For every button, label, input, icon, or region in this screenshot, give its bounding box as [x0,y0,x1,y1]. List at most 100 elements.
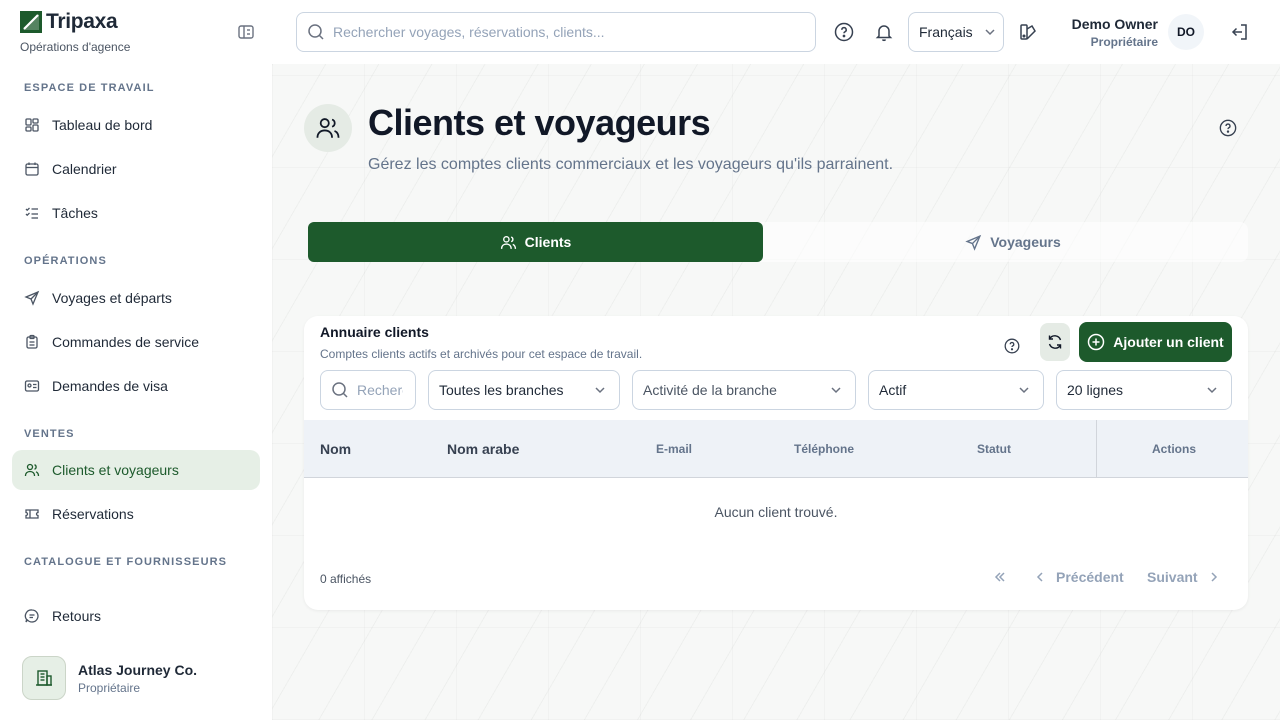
tab-clients-label: Clients [524,234,572,250]
chevron-down-icon [1019,387,1029,394]
chevron-down-icon [595,387,605,394]
sidebar-item-label: Tâches [52,205,98,221]
sidebar-item-label: Commandes de service [52,334,200,350]
dashboard-icon [25,118,39,132]
empty-state-text: Aucun client trouvé. [714,504,838,520]
sidebar-item-returns[interactable]: Retours [12,596,260,636]
branch-activity-select[interactable]: Activité de la branche [632,370,856,410]
client-search-placeholder: Rechercher [357,382,403,398]
building-icon [22,656,66,700]
branch-select-value: Toutes les branches [439,382,564,398]
user-info[interactable]: Demo Owner Propriétaire [1052,16,1158,49]
sidebar-item-tasks[interactable]: Tâches [12,193,260,233]
language-value: Français [919,24,973,40]
status-select[interactable]: Actif [868,370,1044,410]
next-page-label: Suivant [1147,569,1198,585]
topbar: Rechercher voyages, réservations, client… [272,0,1280,64]
chevron-down-icon [985,29,995,36]
add-client-button[interactable]: Ajouter un client [1079,322,1232,362]
card-help-icon[interactable] [1000,334,1024,358]
section-title-workspace: ESPACE DE TRAVAIL [24,82,155,94]
global-search-input[interactable]: Rechercher voyages, réservations, client… [296,12,816,52]
sidebar-item-dashboard[interactable]: Tableau de bord [12,105,260,145]
column-header-phone: Téléphone [794,442,855,456]
refresh-button[interactable] [1040,323,1070,361]
status-select-value: Actif [879,382,907,398]
theme-palette-icon[interactable] [1016,20,1040,44]
tab-clients[interactable]: Clients [308,222,763,262]
search-icon [308,24,324,40]
ticket-icon [25,509,39,519]
page-subtitle: Gérez les comptes clients commerciaux et… [368,156,894,173]
brand-name: Tripaxa [46,10,118,33]
chevron-right-icon [1211,572,1217,582]
sidebar-item-visa-requests[interactable]: Demandes de visa [12,366,260,406]
global-search-placeholder: Rechercher voyages, réservations, client… [333,24,605,40]
main-content: Clients et voyageurs Gérez les comptes c… [272,64,1280,720]
send-icon [965,234,982,251]
refresh-icon [1048,335,1062,349]
collapse-sidebar-icon[interactable] [236,23,256,41]
search-icon [332,382,348,398]
chevrons-left-icon [994,572,1005,582]
tabs: Clients Voyageurs [308,222,1248,262]
tab-travelers[interactable]: Voyageurs [778,222,1248,262]
sidebar-item-label: Réservations [52,506,134,522]
table-header: Nom Nom arabe E-mail Téléphone Statut Ac… [304,420,1248,478]
users-icon [24,463,40,477]
sidebar-item-clients[interactable]: Clients et voyageurs [12,450,260,490]
plus-circle-icon [1088,333,1105,351]
page-help-icon[interactable] [1216,116,1240,140]
card-title: Annuaire clients [320,324,429,340]
card-subtitle: Comptes clients actifs et archivés pour … [320,347,643,361]
calendar-icon [25,162,39,176]
chevron-down-icon [831,387,841,394]
column-header-actions: Actions [1152,442,1197,456]
sidebar-item-calendar[interactable]: Calendrier [12,149,260,189]
language-select[interactable]: Français [908,12,1004,52]
section-title-sales: VENTES [24,428,75,440]
sidebar-item-label: Tableau de bord [52,117,153,133]
organization-card[interactable]: Atlas Journey Co. Propriétaire [12,648,260,708]
branch-select[interactable]: Toutes les branches [428,370,620,410]
message-icon [24,609,39,623]
column-divider [1096,420,1097,478]
previous-page-label: Précédent [1056,569,1124,585]
sidebar-item-reservations[interactable]: Réservations [12,494,260,534]
help-icon[interactable] [832,20,856,44]
column-header-arabic-name[interactable]: Nom arabe [447,420,519,478]
client-directory-card: Annuaire clients Comptes clients actifs … [304,316,1248,610]
previous-page-button[interactable]: Précédent [1032,565,1124,589]
bell-icon[interactable] [872,20,896,44]
users-icon [304,104,352,152]
column-header-name[interactable]: Nom [320,420,351,478]
sidebar-item-label: Demandes de visa [52,378,168,394]
add-client-label: Ajouter un client [1113,334,1224,350]
chevron-down-icon [1207,387,1217,394]
sidebar-item-label: Voyages et départs [52,290,172,306]
next-page-button[interactable]: Suivant [1147,565,1222,589]
sidebar-item-label: Calendrier [52,161,117,177]
sidebar-item-label: Retours [52,608,102,624]
brand-logo-icon [20,11,42,33]
rows-per-page-value: 20 lignes [1067,382,1124,398]
brand-subtitle: Opérations d'agence [20,40,131,54]
clipboard-icon [26,334,38,349]
rows-per-page-select[interactable]: 20 lignes [1056,370,1232,410]
organization-name: Atlas Journey Co. [78,661,198,678]
user-name: Demo Owner [1071,16,1158,32]
sidebar-item-service-orders[interactable]: Commandes de service [12,322,260,362]
section-title-operations: OPÉRATIONS [24,255,107,267]
sidebar-item-trips[interactable]: Voyages et départs [12,278,260,318]
client-search-input[interactable]: Rechercher [320,370,416,410]
tab-travelers-label: Voyageurs [990,234,1061,250]
branch-activity-value: Activité de la branche [643,382,777,398]
logout-icon[interactable] [1228,20,1252,44]
first-page-button[interactable] [992,565,1008,589]
section-title-catalog: CATALOGUE ET FOURNISSEURS [24,556,228,568]
avatar[interactable]: DO [1168,14,1204,50]
sidebar-item-label: Clients et voyageurs [52,462,179,478]
brand[interactable]: Tripaxa [20,10,118,34]
organization-role: Propriétaire [78,680,141,695]
user-role: Propriétaire [1090,35,1158,49]
